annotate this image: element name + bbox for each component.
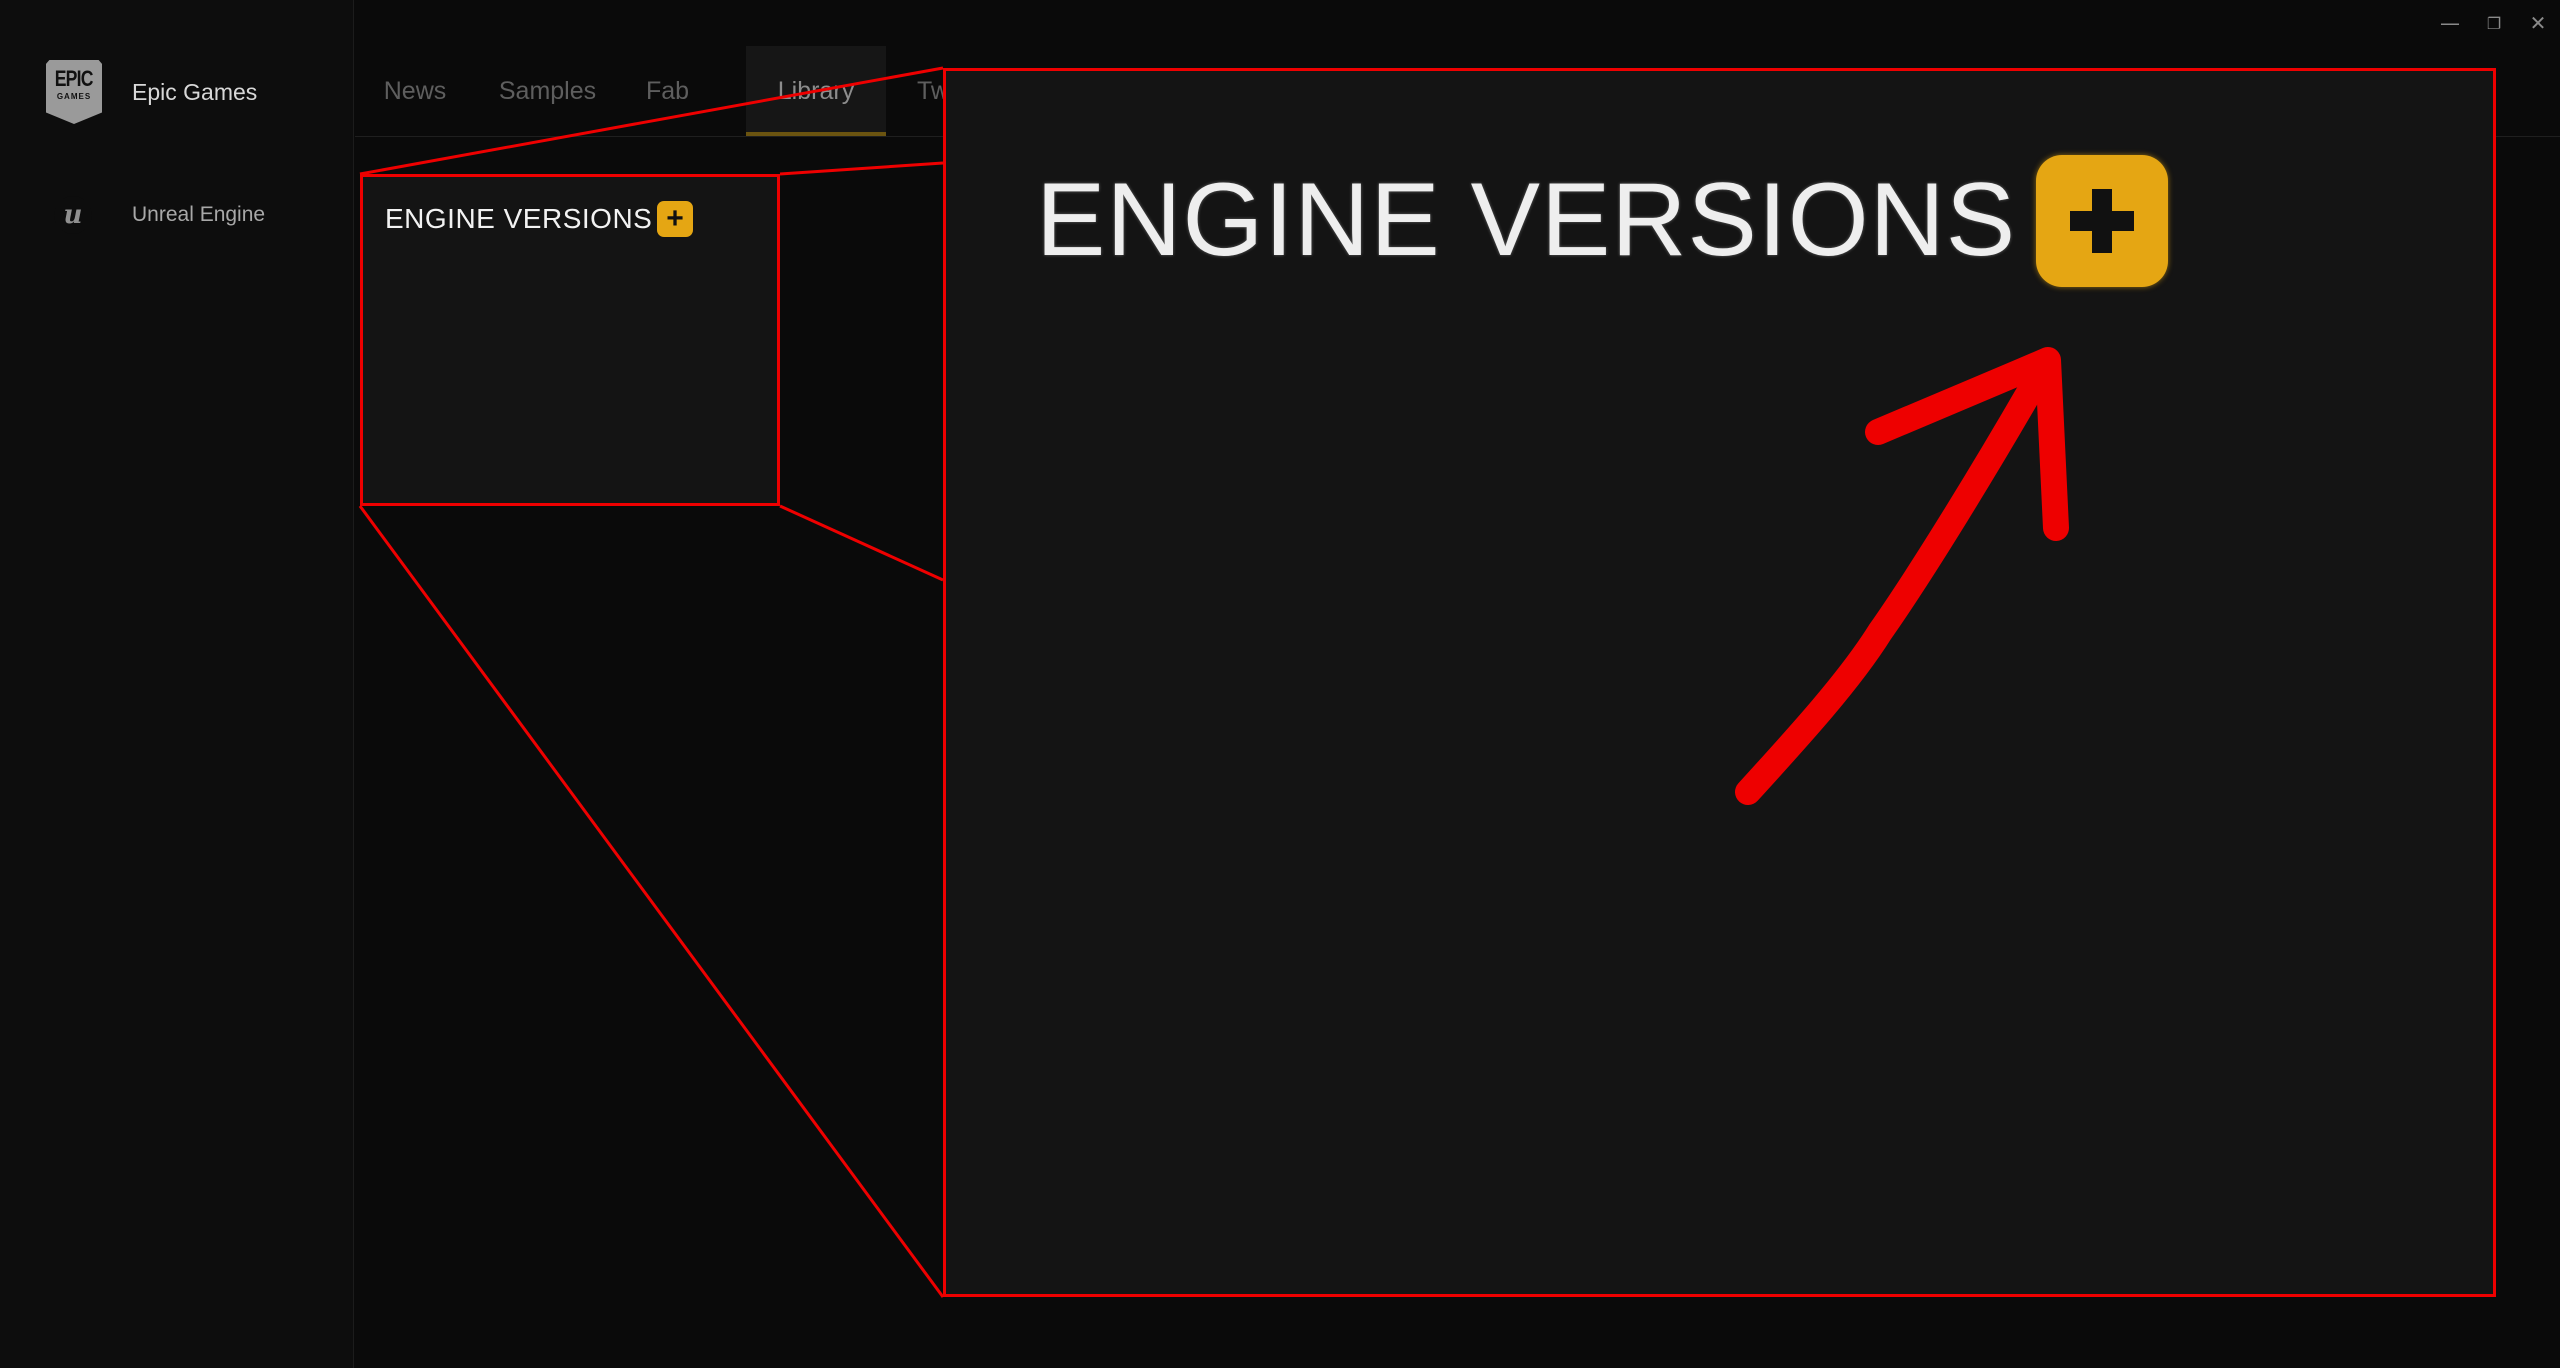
tab-fab[interactable]: Fab — [620, 46, 715, 136]
engine-versions-panel: ENGINE VERSIONS + — [360, 174, 780, 506]
window-controls: — ❐ ✕ — [2428, 0, 2560, 46]
sidebar-item-unreal-engine[interactable]: u Unreal Engine — [54, 196, 265, 234]
close-button[interactable]: ✕ — [2516, 0, 2560, 46]
minimize-button[interactable]: — — [2428, 0, 2472, 46]
sidebar-item-label: Unreal Engine — [132, 203, 266, 226]
tab-news[interactable]: News — [355, 46, 475, 136]
tab-samples[interactable]: Samples — [475, 46, 620, 136]
brand-label: Epic Games — [132, 78, 258, 105]
brand[interactable]: EPIC GAMES Epic Games — [46, 60, 257, 124]
magnified-view: ENGINE VERSIONS — [943, 68, 2496, 1297]
add-engine-version-button[interactable]: + — [657, 201, 693, 237]
engine-versions-title: ENGINE VERSIONS — [385, 203, 653, 234]
tab-library[interactable]: Library — [746, 46, 886, 136]
magnified-add-button — [2036, 155, 2168, 287]
magnified-engine-versions-title: ENGINE VERSIONS — [1036, 162, 2017, 278]
restore-button[interactable]: ❐ — [2472, 0, 2516, 46]
sidebar: EPIC GAMES Epic Games u Unreal Engine — [0, 0, 354, 1368]
app-window: — ❐ ✕ EPIC GAMES Epic Games u Unreal Eng… — [0, 0, 2560, 1368]
epic-games-logo-icon: EPIC GAMES — [46, 60, 102, 124]
plus-icon — [2070, 189, 2134, 253]
unreal-engine-icon: u — [54, 196, 92, 234]
